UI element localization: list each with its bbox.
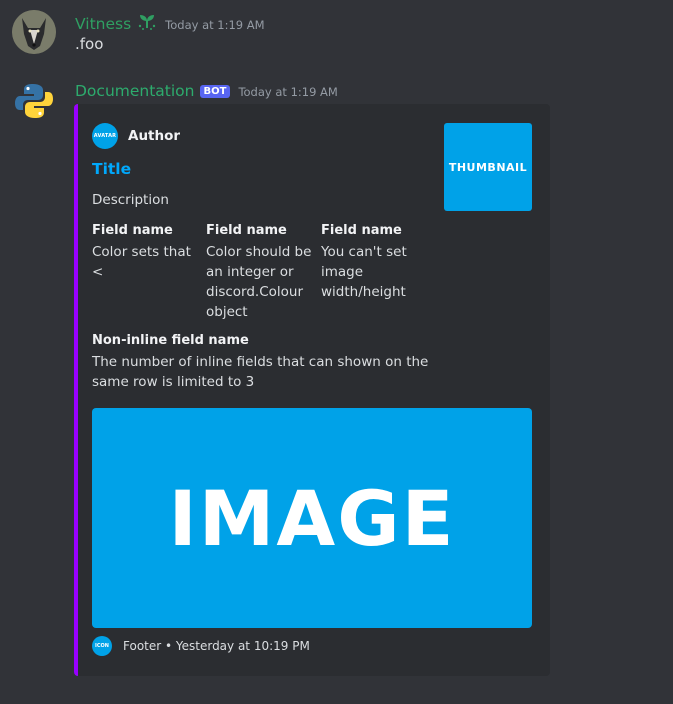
embed: AVATAR Author Title Description Field na…	[74, 104, 550, 676]
field-value: The number of inline fields that can sho…	[92, 354, 429, 390]
field-name: Field name	[92, 223, 173, 238]
field-value: Color sets that <	[92, 244, 191, 280]
embed-footer: ICON Footer • Yesterday at 10:19 PM	[92, 636, 310, 656]
field-name: Field name	[206, 223, 287, 238]
embed-field: Field name You can't set image width/hei…	[321, 221, 433, 302]
field-value: Color should be an integer or discord.Co…	[206, 244, 312, 320]
embed-description: Description	[92, 192, 169, 208]
embed-field: Field name Color should be an integer or…	[206, 221, 318, 322]
python-logo-avatar[interactable]	[14, 81, 54, 121]
field-name: Field name	[321, 223, 402, 238]
timestamp: Today at 1:19 AM	[238, 85, 338, 99]
embed-author: AVATAR Author	[92, 123, 180, 149]
embed-image[interactable]: IMAGE	[92, 408, 532, 628]
embed-thumbnail[interactable]: THUMBNAIL	[444, 123, 532, 211]
author-name: Author	[128, 128, 181, 144]
embed-non-inline-field: Non-inline field name The number of inli…	[92, 331, 432, 392]
field-name: Non-inline field name	[92, 333, 249, 348]
embed-field: Field name Color sets that <	[92, 221, 204, 282]
field-value: You can't set image width/height	[321, 244, 407, 300]
username[interactable]: Documentation	[75, 82, 195, 100]
bot-badge: BOT	[199, 85, 231, 98]
footer-text: Footer • Yesterday at 10:19 PM	[123, 639, 310, 653]
author-avatar-icon: AVATAR	[92, 123, 118, 149]
footer-icon: ICON	[92, 636, 112, 656]
embed-title[interactable]: Title	[92, 160, 131, 178]
